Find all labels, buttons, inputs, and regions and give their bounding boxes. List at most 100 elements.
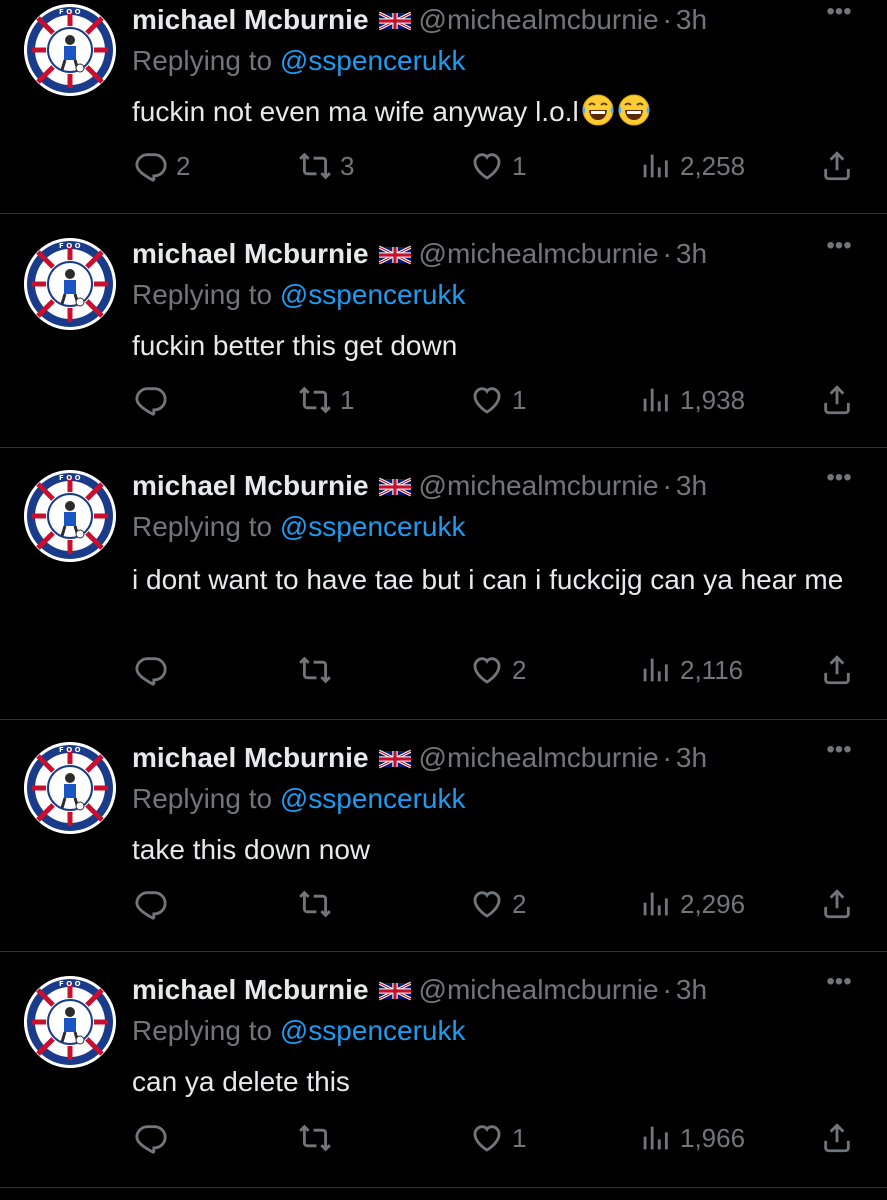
heart-icon bbox=[470, 1121, 504, 1155]
tweet[interactable]: michael Mcburnie @michealmcburnie · 3h ••• … bbox=[0, 448, 887, 720]
tweet[interactable]: michael Mcburnie @michealmcburnie · 3h ••• … bbox=[0, 952, 887, 1188]
more-horizontal-icon[interactable]: ••• bbox=[821, 0, 857, 32]
user-handle[interactable]: @michealmcburnie bbox=[419, 470, 659, 501]
reply-icon bbox=[134, 149, 168, 183]
share-button[interactable] bbox=[820, 1116, 854, 1160]
separator-dot: · bbox=[662, 238, 672, 269]
uk-flag-icon bbox=[379, 244, 411, 266]
share-button[interactable] bbox=[820, 882, 854, 926]
share-button[interactable] bbox=[820, 648, 854, 692]
avatar[interactable] bbox=[24, 976, 116, 1068]
reply-button[interactable] bbox=[134, 1116, 176, 1160]
like-button[interactable]: 2 bbox=[470, 882, 526, 926]
share-button[interactable] bbox=[820, 144, 854, 188]
views-chart-icon bbox=[638, 149, 672, 183]
avatar[interactable] bbox=[24, 4, 116, 96]
view-count: 2,258 bbox=[680, 150, 746, 181]
like-count: 1 bbox=[512, 150, 527, 181]
replying-to-label: Replying to bbox=[132, 783, 280, 814]
retweet-button[interactable] bbox=[298, 882, 340, 926]
views-button[interactable]: 2,116 bbox=[638, 648, 743, 692]
avatar[interactable] bbox=[24, 470, 116, 562]
replying-to: Replying to @sspencerukk bbox=[132, 506, 465, 548]
more-horizontal-icon[interactable]: ••• bbox=[821, 970, 857, 1002]
replying-to: Replying to @sspencerukk bbox=[132, 40, 465, 82]
like-count: 2 bbox=[512, 888, 527, 919]
view-count: 2,116 bbox=[680, 654, 744, 685]
share-icon bbox=[820, 653, 854, 687]
action-bar: 1 1 1,938 bbox=[0, 378, 887, 422]
timestamp[interactable]: 3h bbox=[676, 742, 707, 773]
view-count: 1,966 bbox=[680, 1122, 746, 1153]
mention-link[interactable]: @sspencerukk bbox=[280, 45, 466, 76]
retweet-button[interactable]: 1 bbox=[298, 378, 354, 422]
heart-icon bbox=[470, 383, 504, 417]
like-button[interactable]: 2 bbox=[470, 648, 526, 692]
tweet[interactable]: michael Mcburnie @michealmcburnie · 3h ••• … bbox=[0, 0, 887, 214]
timestamp[interactable]: 3h bbox=[676, 238, 707, 269]
share-icon bbox=[820, 1121, 854, 1155]
replying-to-label: Replying to bbox=[132, 1015, 280, 1046]
reply-button[interactable] bbox=[134, 648, 176, 692]
like-button[interactable]: 1 bbox=[470, 144, 526, 188]
reply-count: 2 bbox=[176, 150, 191, 181]
timestamp[interactable]: 3h bbox=[676, 974, 707, 1005]
like-button[interactable]: 1 bbox=[470, 1116, 526, 1160]
display-name[interactable]: michael Mcburnie bbox=[132, 974, 369, 1005]
views-button[interactable]: 1,966 bbox=[638, 1116, 745, 1160]
tweet[interactable]: michael Mcburnie @michealmcburnie · 3h ••• … bbox=[0, 214, 887, 448]
avatar[interactable] bbox=[24, 238, 116, 330]
like-button[interactable]: 1 bbox=[470, 378, 526, 422]
tweet[interactable]: michael Mcburnie @michealmcburnie · 3h ••• … bbox=[0, 720, 887, 952]
retweet-button[interactable] bbox=[298, 648, 340, 692]
reply-button[interactable]: 2 bbox=[134, 144, 190, 188]
views-button[interactable]: 2,258 bbox=[638, 144, 745, 188]
action-bar: 2 3 1 2,258 bbox=[0, 144, 887, 188]
views-chart-icon bbox=[638, 887, 672, 921]
share-icon bbox=[820, 149, 854, 183]
tweet-header: michael Mcburnie @michealmcburnie · 3h bbox=[132, 234, 887, 274]
timestamp[interactable]: 3h bbox=[676, 470, 707, 501]
display-name[interactable]: michael Mcburnie bbox=[132, 238, 369, 269]
action-bar: 1 1,966 bbox=[0, 1116, 887, 1160]
more-horizontal-icon[interactable]: ••• bbox=[821, 234, 857, 266]
views-chart-icon bbox=[638, 1121, 672, 1155]
retweet-button[interactable]: 3 bbox=[298, 144, 354, 188]
reply-button[interactable] bbox=[134, 882, 176, 926]
like-count: 1 bbox=[512, 1122, 527, 1153]
share-icon bbox=[820, 383, 854, 417]
user-handle[interactable]: @michealmcburnie bbox=[419, 4, 659, 35]
timestamp[interactable]: 3h bbox=[676, 4, 707, 35]
views-button[interactable]: 2,296 bbox=[638, 882, 745, 926]
view-count: 1,938 bbox=[680, 384, 746, 415]
user-handle[interactable]: @michealmcburnie bbox=[419, 974, 659, 1005]
mention-link[interactable]: @sspencerukk bbox=[280, 279, 466, 310]
mention-link[interactable]: @sspencerukk bbox=[280, 783, 466, 814]
tweet-text: take this down now bbox=[132, 834, 371, 865]
retweet-icon bbox=[298, 887, 332, 921]
display-name[interactable]: michael Mcburnie bbox=[132, 4, 369, 35]
user-handle[interactable]: @michealmcburnie bbox=[419, 238, 659, 269]
views-button[interactable]: 1,938 bbox=[638, 378, 745, 422]
separator-dot: · bbox=[662, 974, 672, 1005]
display-name[interactable]: michael Mcburnie bbox=[132, 470, 369, 501]
avatar[interactable] bbox=[24, 742, 116, 834]
face-with-tears-of-joy-icon bbox=[617, 93, 651, 127]
retweet-icon bbox=[298, 1121, 332, 1155]
tweet-text: fuckin not even ma wife anyway l.o.l bbox=[132, 92, 863, 132]
retweet-button[interactable] bbox=[298, 1116, 340, 1160]
tweet-text: i dont want to have tae but i can i fuck… bbox=[132, 564, 844, 595]
more-horizontal-icon[interactable]: ••• bbox=[821, 738, 857, 770]
reply-button[interactable] bbox=[134, 378, 176, 422]
like-count: 2 bbox=[512, 654, 527, 685]
tweet-header: michael Mcburnie @michealmcburnie · 3h bbox=[132, 0, 887, 40]
more-horizontal-icon[interactable]: ••• bbox=[821, 466, 857, 498]
face-with-tears-of-joy-icon bbox=[581, 93, 615, 127]
tweet-text-content: fuckin not even ma wife anyway l.o.l bbox=[132, 96, 579, 127]
user-handle[interactable]: @michealmcburnie bbox=[419, 742, 659, 773]
mention-link[interactable]: @sspencerukk bbox=[280, 1015, 466, 1046]
share-button[interactable] bbox=[820, 378, 854, 422]
mention-link[interactable]: @sspencerukk bbox=[280, 511, 466, 542]
display-name[interactable]: michael Mcburnie bbox=[132, 742, 369, 773]
heart-icon bbox=[470, 149, 504, 183]
